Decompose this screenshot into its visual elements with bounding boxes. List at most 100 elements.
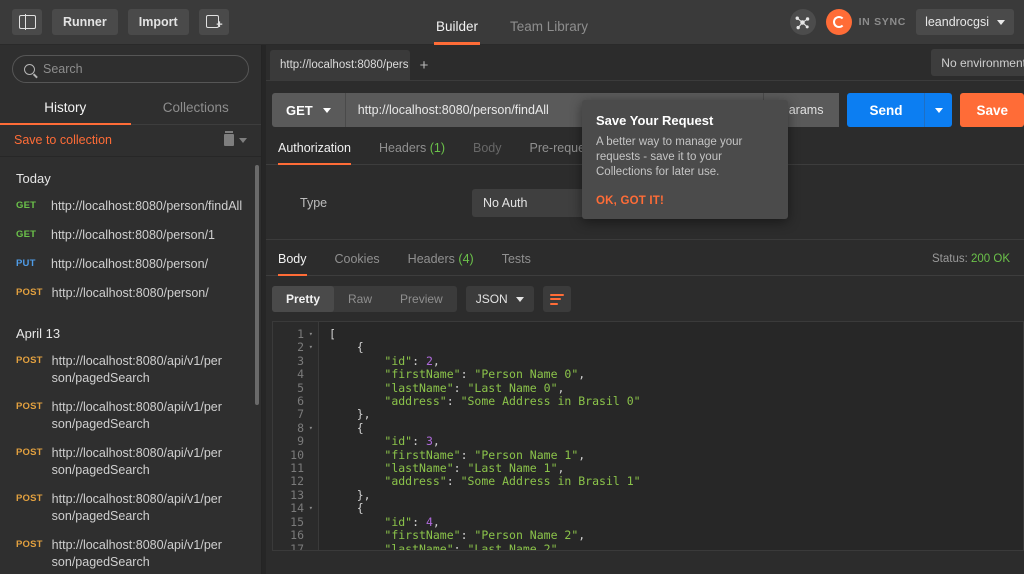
code-line: "lastName": "Last Name 2", <box>329 543 641 551</box>
user-name: leandrocgsi <box>925 15 989 29</box>
code-token: , <box>433 354 440 368</box>
code-token <box>329 434 384 448</box>
list-item[interactable]: POST http://localhost:8080/api/v1/person… <box>0 439 261 485</box>
code-token: "firstName" <box>384 448 460 462</box>
code-token: "id" <box>384 515 412 529</box>
sidebar-toggle-button[interactable] <box>12 9 42 35</box>
code-line: "address": "Some Address in Brasil 1" <box>329 475 641 488</box>
tab-builder[interactable]: Builder <box>420 19 494 45</box>
clear-history-button[interactable] <box>224 134 247 146</box>
status-badge: Status: 200 OK <box>932 253 1024 274</box>
code-token: [ <box>329 327 336 341</box>
code-token: : <box>461 448 475 462</box>
sidebar-tab-collections[interactable]: Collections <box>131 91 262 124</box>
response-body-editor[interactable]: 1▾2▾345678▾91011121314▾15161718 [ { "id"… <box>272 321 1024 551</box>
code-line: { <box>329 422 641 435</box>
code-token: : <box>461 528 475 542</box>
list-item[interactable]: GET http://localhost:8080/person/findAll <box>0 192 261 221</box>
line-number: 1▾ <box>273 328 314 341</box>
list-item[interactable]: POST http://localhost:8080/api/v1/person… <box>0 347 261 393</box>
history-group-label: Today <box>0 161 261 192</box>
runner-button[interactable]: Runner <box>52 9 118 35</box>
tab-headers[interactable]: Headers (1) <box>365 141 459 164</box>
list-item[interactable]: GET http://localhost:8080/person/1 <box>0 221 261 250</box>
code-token: "lastName" <box>384 461 453 475</box>
list-item[interactable]: PUT http://localhost:8080/person/ <box>0 250 261 279</box>
list-item[interactable]: POST http://localhost:8080/api/v1/person… <box>0 393 261 439</box>
code-token: "Person Name 2" <box>474 528 578 542</box>
sidebar-scrollbar[interactable] <box>255 165 259 405</box>
new-window-button[interactable]: + <box>199 9 229 35</box>
method-badge: POST <box>16 399 43 412</box>
code-token <box>329 381 384 395</box>
list-item[interactable]: POST http://localhost:8080/api/v1/person… <box>0 531 261 574</box>
response-headers-count: (4) <box>458 252 473 266</box>
list-item[interactable]: POST http://localhost:8080/api/v1/person… <box>0 485 261 531</box>
header-right-controls: IN SYNC leandrocgsi <box>790 9 1024 35</box>
header-left-controls: Runner Import + <box>0 9 229 35</box>
view-mode-pretty[interactable]: Pretty <box>272 286 334 312</box>
line-number: 5 <box>273 382 314 395</box>
tab-team-library[interactable]: Team Library <box>494 19 604 45</box>
search-input[interactable] <box>43 62 237 76</box>
line-number: 13 <box>273 489 314 502</box>
code-token: "address" <box>384 474 446 488</box>
send-options-button[interactable] <box>924 93 952 127</box>
sidebar-search-wrap <box>0 45 261 91</box>
save-to-collection-link[interactable]: Save to collection <box>14 133 112 147</box>
user-menu[interactable]: leandrocgsi <box>916 9 1014 35</box>
method-badge: POST <box>16 353 43 366</box>
format-value: JSON <box>476 292 508 306</box>
network-button[interactable] <box>790 9 816 35</box>
fold-toggle-icon[interactable]: ▾ <box>309 505 313 512</box>
list-item[interactable]: POST http://localhost:8080/person/ <box>0 279 261 308</box>
environment-selector[interactable]: No environment <box>931 49 1024 76</box>
fold-toggle-icon[interactable]: ▾ <box>309 344 313 351</box>
tab-body[interactable]: Body <box>459 141 516 164</box>
response-section-tabs: Body Cookies Headers (4) Tests Status: 2… <box>266 252 1024 276</box>
code-token: { <box>329 501 364 515</box>
app-header: Runner Import + Builder Team Library IN … <box>0 0 1024 45</box>
code-line: { <box>329 502 641 515</box>
history-group-label: April 13 <box>0 308 261 347</box>
code-token: , <box>558 542 565 551</box>
tooltip-ok-button[interactable]: OK, GOT IT! <box>596 195 774 207</box>
code-token: }, <box>329 488 371 502</box>
view-mode-raw[interactable]: Raw <box>334 286 386 312</box>
word-wrap-button[interactable] <box>543 286 571 312</box>
method-label: GET <box>286 103 313 118</box>
sync-circle-icon <box>826 9 852 35</box>
format-selector[interactable]: JSON <box>466 286 534 312</box>
tab-authorization[interactable]: Authorization <box>272 141 365 164</box>
view-mode-preview[interactable]: Preview <box>386 286 457 312</box>
response-tab-cookies[interactable]: Cookies <box>321 252 394 275</box>
fold-toggle-icon[interactable]: ▾ <box>309 425 313 432</box>
response-tab-headers[interactable]: Headers (4) <box>394 252 488 275</box>
word-wrap-icon <box>550 294 564 305</box>
method-selector[interactable]: GET <box>272 93 346 127</box>
code-token: "Last Name 1" <box>468 461 558 475</box>
history-list[interactable]: Today GET http://localhost:8080/person/f… <box>0 157 261 574</box>
save-button[interactable]: Save <box>960 93 1024 127</box>
code-token <box>329 542 384 551</box>
new-request-tab-button[interactable]: + <box>410 50 438 80</box>
code-token: "id" <box>384 354 412 368</box>
send-button[interactable]: Send <box>847 93 924 127</box>
sync-status[interactable]: IN SYNC <box>826 9 907 35</box>
response-tab-tests[interactable]: Tests <box>488 252 545 275</box>
tooltip-title: Save Your Request <box>596 113 774 128</box>
method-badge: POST <box>16 285 43 298</box>
line-number: 17 <box>273 543 314 552</box>
sidebar-tab-history[interactable]: History <box>0 91 131 124</box>
import-button[interactable]: Import <box>128 9 189 35</box>
sidebar: History Collections Save to collection T… <box>0 45 262 574</box>
status-label: Status: <box>932 253 968 265</box>
request-tab[interactable]: http://localhost:8080/pers <box>270 50 410 80</box>
fold-toggle-icon[interactable]: ▾ <box>309 331 313 338</box>
response-tab-body[interactable]: Body <box>272 252 321 275</box>
code-line: "id": 3, <box>329 435 641 448</box>
line-number: 4 <box>273 368 314 381</box>
search-box[interactable] <box>12 55 249 83</box>
code-line: "address": "Some Address in Brasil 0" <box>329 395 641 408</box>
history-url: http://localhost:8080/person/1 <box>51 227 215 244</box>
